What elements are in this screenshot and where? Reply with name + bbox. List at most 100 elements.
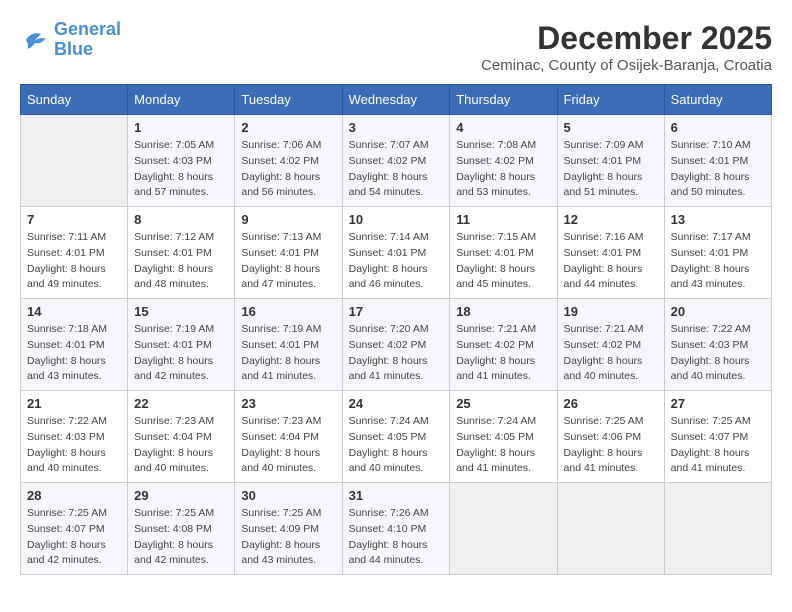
day-info: Sunrise: 7:22 AM Sunset: 4:03 PM Dayligh…	[671, 322, 765, 385]
day-info: Sunrise: 7:25 AM Sunset: 4:06 PM Dayligh…	[564, 414, 658, 477]
day-info: Sunrise: 7:26 AM Sunset: 4:10 PM Dayligh…	[349, 506, 444, 569]
calendar-cell: 12 Sunrise: 7:16 AM Sunset: 4:01 PM Dayli…	[557, 207, 664, 299]
calendar-cell: 24 Sunrise: 7:24 AM Sunset: 4:05 PM Dayli…	[342, 391, 450, 483]
calendar-cell: 17Sunrise: 7:20 AM Sunset: 4:02 PM Dayli…	[342, 299, 450, 391]
day-info: Sunrise: 7:09 AM Sunset: 4:01 PM Dayligh…	[564, 138, 658, 201]
calendar-cell: 9 Sunrise: 7:13 AM Sunset: 4:01 PM Daylig…	[235, 207, 342, 299]
day-number: 10	[349, 212, 444, 227]
day-number: 20	[671, 304, 765, 319]
calendar-cell: 8 Sunrise: 7:12 AM Sunset: 4:01 PM Daylig…	[128, 207, 235, 299]
day-info: Sunrise: 7:18 AM Sunset: 4:01 PM Dayligh…	[27, 322, 121, 385]
day-info: Sunrise: 7:25 AM Sunset: 4:07 PM Dayligh…	[671, 414, 765, 477]
calendar-cell: 29 Sunrise: 7:25 AM Sunset: 4:08 PM Dayli…	[128, 483, 235, 575]
day-info: Sunrise: 7:13 AM Sunset: 4:01 PM Dayligh…	[241, 230, 335, 293]
day-info: Sunrise: 7:14 AM Sunset: 4:01 PM Dayligh…	[349, 230, 444, 293]
calendar-cell: 27Sunrise: 7:25 AM Sunset: 4:07 PM Dayli…	[664, 391, 771, 483]
calendar-cell: 11 Sunrise: 7:15 AM Sunset: 4:01 PM Dayli…	[450, 207, 557, 299]
weekday-header-thursday: Thursday	[450, 85, 557, 115]
day-number: 7	[27, 212, 121, 227]
day-info: Sunrise: 7:06 AM Sunset: 4:02 PM Dayligh…	[241, 138, 335, 201]
calendar-cell: 4 Sunrise: 7:08 AM Sunset: 4:02 PM Daylig…	[450, 115, 557, 207]
calendar-cell: 30 Sunrise: 7:25 AM Sunset: 4:09 PM Dayli…	[235, 483, 342, 575]
page-header: General Blue December 2025 Ceminac, Coun…	[20, 20, 772, 74]
calendar-cell: 10 Sunrise: 7:14 AM Sunset: 4:01 PM Dayli…	[342, 207, 450, 299]
calendar-table: SundayMondayTuesdayWednesdayThursdayFrid…	[20, 84, 772, 575]
day-info: Sunrise: 7:25 AM Sunset: 4:07 PM Dayligh…	[27, 506, 121, 569]
calendar-cell: 6 Sunrise: 7:10 AM Sunset: 4:01 PM Daylig…	[664, 115, 771, 207]
day-info: Sunrise: 7:16 AM Sunset: 4:01 PM Dayligh…	[564, 230, 658, 293]
day-number: 11	[456, 212, 550, 227]
day-info: Sunrise: 7:20 AM Sunset: 4:02 PM Dayligh…	[349, 322, 444, 385]
weekday-header-saturday: Saturday	[664, 85, 771, 115]
day-number: 30	[241, 488, 335, 503]
day-number: 25	[456, 396, 550, 411]
day-info: Sunrise: 7:15 AM Sunset: 4:01 PM Dayligh…	[456, 230, 550, 293]
calendar-cell: 5 Sunrise: 7:09 AM Sunset: 4:01 PM Daylig…	[557, 115, 664, 207]
calendar-cell: 15Sunrise: 7:19 AM Sunset: 4:01 PM Dayli…	[128, 299, 235, 391]
day-info: Sunrise: 7:25 AM Sunset: 4:08 PM Dayligh…	[134, 506, 228, 569]
weekday-header-tuesday: Tuesday	[235, 85, 342, 115]
month-title: December 2025	[481, 20, 772, 57]
calendar-cell: 20 Sunrise: 7:22 AM Sunset: 4:03 PM Dayli…	[664, 299, 771, 391]
calendar-cell	[450, 483, 557, 575]
day-info: Sunrise: 7:10 AM Sunset: 4:01 PM Dayligh…	[671, 138, 765, 201]
weekday-header-row: SundayMondayTuesdayWednesdayThursdayFrid…	[21, 85, 772, 115]
calendar-cell: 22 Sunrise: 7:23 AM Sunset: 4:04 PM Dayli…	[128, 391, 235, 483]
day-number: 16	[241, 304, 335, 319]
day-number: 8	[134, 212, 228, 227]
logo: General Blue	[20, 20, 121, 60]
calendar-cell: 21Sunrise: 7:22 AM Sunset: 4:03 PM Dayli…	[21, 391, 128, 483]
day-info: Sunrise: 7:11 AM Sunset: 4:01 PM Dayligh…	[27, 230, 121, 293]
day-number: 29	[134, 488, 228, 503]
calendar-cell: 19 Sunrise: 7:21 AM Sunset: 4:02 PM Dayli…	[557, 299, 664, 391]
day-number: 24	[349, 396, 444, 411]
calendar-cell: 3 Sunrise: 7:07 AM Sunset: 4:02 PM Daylig…	[342, 115, 450, 207]
day-number: 18	[456, 304, 550, 319]
weekday-header-wednesday: Wednesday	[342, 85, 450, 115]
day-info: Sunrise: 7:23 AM Sunset: 4:04 PM Dayligh…	[134, 414, 228, 477]
day-number: 1	[134, 120, 228, 135]
day-number: 6	[671, 120, 765, 135]
weekday-header-friday: Friday	[557, 85, 664, 115]
calendar-cell: 2 Sunrise: 7:06 AM Sunset: 4:02 PM Daylig…	[235, 115, 342, 207]
calendar-cell: 31 Sunrise: 7:26 AM Sunset: 4:10 PM Dayli…	[342, 483, 450, 575]
day-info: Sunrise: 7:25 AM Sunset: 4:09 PM Dayligh…	[241, 506, 335, 569]
calendar-cell: 28 Sunrise: 7:25 AM Sunset: 4:07 PM Dayli…	[21, 483, 128, 575]
day-number: 28	[27, 488, 121, 503]
day-info: Sunrise: 7:24 AM Sunset: 4:05 PM Dayligh…	[456, 414, 550, 477]
day-number: 14	[27, 304, 121, 319]
weekday-header-monday: Monday	[128, 85, 235, 115]
calendar-cell: 16Sunrise: 7:19 AM Sunset: 4:01 PM Dayli…	[235, 299, 342, 391]
day-info: Sunrise: 7:19 AM Sunset: 4:01 PM Dayligh…	[134, 322, 228, 385]
calendar-cell	[664, 483, 771, 575]
day-number: 31	[349, 488, 444, 503]
day-info: Sunrise: 7:08 AM Sunset: 4:02 PM Dayligh…	[456, 138, 550, 201]
day-info: Sunrise: 7:21 AM Sunset: 4:02 PM Dayligh…	[564, 322, 658, 385]
day-info: Sunrise: 7:07 AM Sunset: 4:02 PM Dayligh…	[349, 138, 444, 201]
day-number: 4	[456, 120, 550, 135]
day-info: Sunrise: 7:21 AM Sunset: 4:02 PM Dayligh…	[456, 322, 550, 385]
title-block: December 2025 Ceminac, County of Osijek-…	[481, 20, 772, 74]
location-title: Ceminac, County of Osijek-Baranja, Croat…	[481, 57, 772, 74]
day-number: 5	[564, 120, 658, 135]
day-number: 9	[241, 212, 335, 227]
day-number: 26	[564, 396, 658, 411]
day-info: Sunrise: 7:05 AM Sunset: 4:03 PM Dayligh…	[134, 138, 228, 201]
day-number: 2	[241, 120, 335, 135]
day-number: 3	[349, 120, 444, 135]
calendar-cell: 1 Sunrise: 7:05 AM Sunset: 4:03 PM Daylig…	[128, 115, 235, 207]
calendar-cell: 26 Sunrise: 7:25 AM Sunset: 4:06 PM Dayli…	[557, 391, 664, 483]
calendar-week-row: 21Sunrise: 7:22 AM Sunset: 4:03 PM Dayli…	[21, 391, 772, 483]
calendar-cell	[557, 483, 664, 575]
weekday-header-sunday: Sunday	[21, 85, 128, 115]
calendar-week-row: 1 Sunrise: 7:05 AM Sunset: 4:03 PM Daylig…	[21, 115, 772, 207]
day-info: Sunrise: 7:23 AM Sunset: 4:04 PM Dayligh…	[241, 414, 335, 477]
calendar-cell: 25 Sunrise: 7:24 AM Sunset: 4:05 PM Dayli…	[450, 391, 557, 483]
day-number: 22	[134, 396, 228, 411]
calendar-week-row: 7 Sunrise: 7:11 AM Sunset: 4:01 PM Daylig…	[21, 207, 772, 299]
day-info: Sunrise: 7:12 AM Sunset: 4:01 PM Dayligh…	[134, 230, 228, 293]
day-number: 19	[564, 304, 658, 319]
day-info: Sunrise: 7:24 AM Sunset: 4:05 PM Dayligh…	[349, 414, 444, 477]
day-number: 21	[27, 396, 121, 411]
day-number: 12	[564, 212, 658, 227]
